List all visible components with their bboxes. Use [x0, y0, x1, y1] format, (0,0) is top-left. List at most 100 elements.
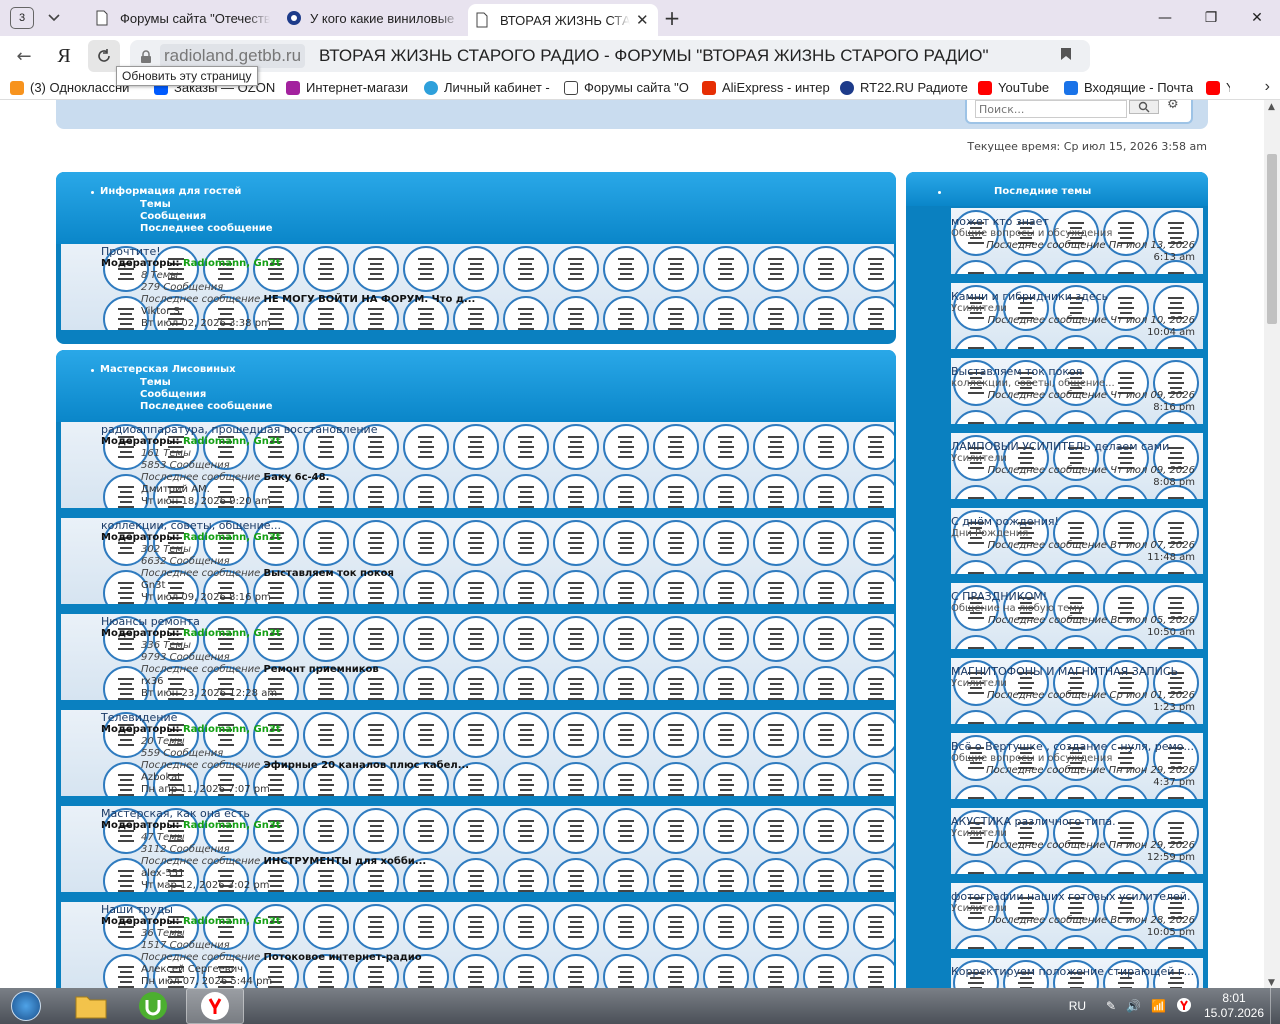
last-user[interactable]: Алексей Сергеевич [101, 964, 422, 976]
category-title[interactable]: Информация для гостей [100, 186, 241, 197]
page-scrollbar[interactable]: ▲ ▼ [1264, 100, 1280, 990]
last-topic-link[interactable]: НЕ МОГУ ВОЙТИ НА ФОРУМ. Что д... [263, 294, 475, 305]
last-topic-link[interactable]: Баку 6с-48. [263, 472, 329, 483]
recent-topic-title[interactable]: МАГНИТОФОНЫ И МАГНИТНАЯ ЗАПИСЬ [951, 666, 1203, 678]
tab-count-button[interactable]: 3 [10, 7, 34, 29]
back-button[interactable]: ← [8, 40, 40, 72]
network-icon[interactable]: 📶 [1151, 999, 1166, 1013]
recent-topic-title[interactable]: АКУСТИКА различного типа. [951, 816, 1203, 828]
recent-topic-title[interactable]: может кто знает [951, 216, 1203, 228]
yandex-tray-icon[interactable] [1176, 997, 1192, 1016]
language-indicator[interactable]: RU [1069, 999, 1086, 1013]
recent-topic-time: 11:48 am [1147, 552, 1195, 563]
mods-names[interactable]: Radiomann, Gn3t [183, 532, 281, 543]
clock[interactable]: 8:01 15.07.2026 [1198, 991, 1270, 1021]
category-title[interactable]: Мастерская Лисовиных [100, 364, 236, 375]
last-topic-link[interactable]: Потоковое интернет-радио [263, 952, 421, 963]
last-user[interactable]: Дмитрий АМ. [101, 484, 377, 496]
new-tab-button[interactable]: + [658, 4, 686, 32]
last-topic-link[interactable]: Ремонт приемников [263, 664, 378, 675]
recent-topic-card: МАГНИТОФОНЫ И МАГНИТНАЯ ЗАПИСЬ Усилители П… [951, 658, 1203, 724]
taskbar-explorer[interactable] [62, 988, 120, 1024]
recent-topic-title[interactable]: Всё о Вертушке , создание с нуля, ремо..… [951, 741, 1203, 753]
last-user[interactable]: Gn3t [101, 580, 394, 592]
mods-names[interactable]: Radiomann, Gn3t [183, 258, 281, 269]
bookmark-icon[interactable] [1060, 46, 1076, 66]
last-date: Пн апр 11, 2026 7:07 pm [141, 784, 270, 795]
mods-names[interactable]: Radiomann, Gn3t [183, 436, 281, 447]
tab-vinyl[interactable]: У кого какие виниловые [278, 4, 468, 32]
recent-topic-title[interactable]: Выставляем ток покоя [951, 366, 1203, 378]
recent-topic-forum[interactable]: Усилители [951, 678, 1203, 690]
bookmark-forums[interactable]: Форумы сайта "О [564, 80, 692, 95]
minimize-button[interactable]: — [1142, 0, 1188, 36]
recent-topic-forum[interactable]: Общие вопросы и обсуждения [951, 228, 1203, 240]
forum-title[interactable]: радиоаппаратура, прошедшая восстановлени… [101, 424, 377, 436]
recent-topic-title[interactable]: Корректируем положение стирающей г... [951, 966, 1203, 978]
recent-topic-forum[interactable]: Усилители [951, 453, 1203, 465]
recent-topic-forum[interactable]: Усилители [951, 903, 1203, 915]
scrollbar-thumb[interactable] [1267, 154, 1277, 324]
input-icon[interactable]: ✎ [1106, 999, 1116, 1013]
bookmark-rt22[interactable]: RT22.RU Радиоте [840, 80, 968, 95]
forum-title[interactable]: Наши труды [101, 904, 422, 916]
recent-topic-forum[interactable]: коллекции, советы, общение... [951, 378, 1203, 390]
recent-topic-time: 12:59 pm [1146, 852, 1195, 863]
forum-title[interactable]: Мастерская, как она есть [101, 808, 426, 820]
recent-topic-forum[interactable]: Усилители [951, 828, 1203, 840]
last-user[interactable]: alex-551 [101, 868, 426, 880]
utorrent-icon [139, 992, 167, 1020]
search-button[interactable] [1129, 100, 1159, 114]
mods-names[interactable]: Radiomann, Gn3t [183, 916, 281, 927]
recent-topic-title[interactable]: С днём рождения! [951, 516, 1203, 528]
search-input[interactable] [975, 100, 1127, 118]
recent-topic-forum[interactable]: Усилители [951, 303, 1203, 315]
tab-forums-otechestv[interactable]: Форумы сайта "Отечеств [88, 4, 278, 32]
forum-title[interactable]: Телевидение [101, 712, 469, 724]
mods-names[interactable]: Radiomann, Gn3t [183, 628, 281, 639]
last-topic-link[interactable]: Выставляем ток покоя [263, 568, 393, 579]
volume-icon[interactable]: 🔊 [1126, 999, 1141, 1013]
restore-button[interactable]: ❐ [1188, 0, 1234, 36]
yandex-logo-icon[interactable]: Я [48, 40, 80, 72]
recent-topic-title[interactable]: ЛАМПОВЫЙ УСИЛИТЕЛЬ делаем сами [951, 441, 1203, 453]
last-user[interactable]: Azbokat [101, 772, 469, 784]
bookmark-mail[interactable]: Входящие - Почта [1064, 80, 1196, 95]
scroll-down-icon[interactable]: ▼ [1268, 978, 1275, 988]
last-user[interactable]: rx36 [101, 676, 379, 688]
forum-read-icon [651, 518, 701, 568]
recent-topic-title[interactable]: Камни и гибридники здесь [951, 291, 1203, 303]
recent-topic-title[interactable]: фотографии наших готовых усилителей. [951, 891, 1203, 903]
bookmark-cabinet[interactable]: Личный кабинет - [424, 80, 554, 95]
recent-topic-title[interactable]: С ПРАЗДНИКОМ! [951, 591, 1203, 603]
gear-icon[interactable]: ⚙ [1167, 100, 1179, 112]
last-topic-link[interactable]: ИНСТРУМЕНТЫ для хобби... [263, 856, 426, 867]
bookmark-y[interactable]: Y [1206, 80, 1230, 95]
last-user[interactable]: Viktor S. [101, 306, 475, 318]
tab-active[interactable]: ВТОРАЯ ЖИЗНЬ СТАР ✕ [468, 4, 658, 36]
mods-names[interactable]: Radiomann, Gn3t [183, 820, 281, 831]
mods-names[interactable]: Radiomann, Gn3t [183, 724, 281, 735]
taskbar-yandex-browser[interactable] [186, 988, 244, 1024]
show-desktop-button[interactable] [1270, 988, 1280, 1024]
tab-list-chevron-icon[interactable] [40, 6, 68, 30]
forum-title[interactable]: коллекции, советы, общение... [101, 520, 394, 532]
taskbar-utorrent[interactable] [124, 988, 182, 1024]
forum-title[interactable]: Нюансы ремонта [101, 616, 379, 628]
close-window-button[interactable]: ✕ [1234, 0, 1280, 36]
forum-read-icon [601, 952, 651, 988]
recent-topic-forum[interactable]: Общение на любую тему [951, 603, 1203, 615]
forum-title[interactable]: Прочтите! [101, 246, 475, 258]
bookmark-wildberries[interactable]: Интернет-магази [286, 80, 414, 95]
bookmark-aliexpress[interactable]: AliExpress - интер [702, 80, 830, 95]
recent-topic-forum[interactable]: Общие вопросы и обсуждения [951, 753, 1203, 765]
forum-read-icon [701, 952, 751, 988]
recent-topic-forum[interactable]: Дни Рождения [951, 528, 1203, 540]
close-icon[interactable]: ✕ [636, 11, 650, 29]
last-topic-link[interactable]: Эфирные 20 каналов плюс кабел... [263, 760, 469, 771]
bookmark-youtube[interactable]: YouTube [978, 80, 1054, 95]
bookmarks-overflow-icon[interactable]: › [1265, 78, 1270, 96]
start-button[interactable] [6, 988, 46, 1024]
url-field[interactable]: radioland.getbb.ru ВТОРАЯ ЖИЗНЬ СТАРОГО … [130, 40, 1090, 72]
scroll-up-icon[interactable]: ▲ [1268, 102, 1275, 112]
